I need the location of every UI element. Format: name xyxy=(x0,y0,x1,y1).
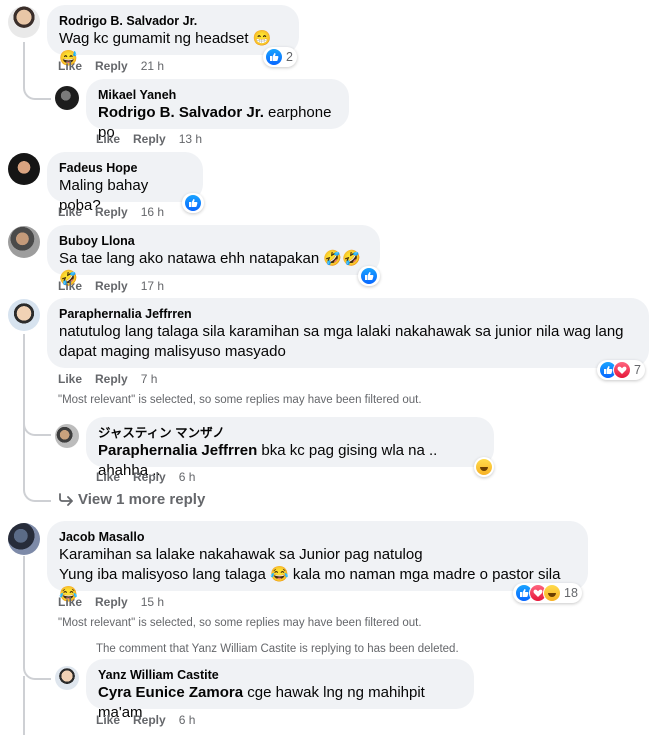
comment-bubble: Jacob Masallo Karamihan sa lalake nakaha… xyxy=(47,521,588,603)
reaction-count: 18 xyxy=(564,586,578,600)
comment-bubble: Mikael Yaneh Rodrigo B. Salvador Jr. ear… xyxy=(86,79,349,141)
comment-actions: Like Reply 16 h xyxy=(58,205,177,219)
haha-reaction-icon xyxy=(543,584,561,602)
reply-button[interactable]: Reply xyxy=(95,372,128,386)
timestamp[interactable]: 16 h xyxy=(141,205,164,219)
comment-author[interactable]: Rodrigo B. Salvador Jr. xyxy=(59,13,287,29)
avatar[interactable] xyxy=(8,153,40,185)
reactions-badge[interactable]: 2 xyxy=(263,47,297,67)
reaction-count: 2 xyxy=(286,50,293,64)
deleted-comment-notice: The comment that Yanz William Castite is… xyxy=(96,643,459,655)
timestamp[interactable]: 7 h xyxy=(141,372,158,386)
comment-actions: Like Reply 7 h xyxy=(58,372,170,386)
avatar[interactable] xyxy=(55,666,79,690)
avatar[interactable] xyxy=(8,6,40,38)
filter-notice: "Most relevant" is selected, so some rep… xyxy=(58,617,422,629)
comment-actions: Like Reply 6 h xyxy=(96,713,208,727)
comment-author[interactable]: Buboy Llona xyxy=(59,233,368,249)
comment-author[interactable]: Yanz William Castite xyxy=(98,667,462,683)
thread-branch xyxy=(23,658,51,680)
reactions-badge[interactable] xyxy=(358,266,380,286)
comment-author[interactable]: Fadeus Hope xyxy=(59,160,191,176)
comment-body-line: Karamihan sa lalake nakahawak sa Junior … xyxy=(59,546,423,563)
timestamp[interactable]: 13 h xyxy=(179,132,202,146)
love-reaction-icon xyxy=(613,361,631,379)
comment-author[interactable]: Jacob Masallo xyxy=(59,529,576,545)
timestamp[interactable]: 21 h xyxy=(141,59,164,73)
like-button[interactable]: Like xyxy=(58,205,82,219)
reply-button[interactable]: Reply xyxy=(95,595,128,609)
timestamp[interactable]: 15 h xyxy=(141,595,164,609)
reply-button[interactable]: Reply xyxy=(133,713,166,727)
reactions-badge[interactable] xyxy=(182,193,204,213)
reply-button[interactable]: Reply xyxy=(95,279,128,293)
comment-bubble: Rodrigo B. Salvador Jr. Wag kc gumamit n… xyxy=(47,5,299,67)
reply-button[interactable]: Reply xyxy=(95,59,128,73)
like-reaction-icon xyxy=(360,267,378,285)
like-button[interactable]: Like xyxy=(96,470,120,484)
avatar[interactable] xyxy=(55,424,79,448)
comment-actions: Like Reply 17 h xyxy=(58,279,177,293)
comment-actions: Like Reply 13 h xyxy=(96,132,215,146)
avatar[interactable] xyxy=(8,299,40,331)
avatar[interactable] xyxy=(8,226,40,258)
comment-body: natutulog lang talaga sila karamihan sa … xyxy=(59,323,624,360)
avatar[interactable] xyxy=(8,523,40,555)
like-button[interactable]: Like xyxy=(58,279,82,293)
reaction-count: 7 xyxy=(634,363,641,377)
comment-author[interactable]: Paraphernalia Jeffrren xyxy=(59,306,637,322)
comment-bubble: Yanz William Castite Cyra Eunice Zamora … xyxy=(86,659,474,721)
view-more-replies-button[interactable]: View 1 more reply xyxy=(58,491,205,508)
like-reaction-icon xyxy=(265,48,283,66)
comment-body: Sa tae lang ako natawa ehh natapakan xyxy=(59,250,320,267)
comment-bubble: Buboy Llona Sa tae lang ako natawa ehh n… xyxy=(47,225,380,287)
thread-line xyxy=(23,556,25,668)
reply-button[interactable]: Reply xyxy=(133,132,166,146)
thread-branch xyxy=(23,432,51,502)
emoji: 😂 xyxy=(269,566,289,583)
comment-bubble: Paraphernalia Jeffrren natutulog lang ta… xyxy=(47,298,649,368)
comment-body: kala mo naman mga madre o pastor sila xyxy=(288,566,561,583)
comment-body: Wag kc gumamit ng headset xyxy=(59,30,249,47)
comment-actions: Like Reply 15 h xyxy=(58,595,177,609)
comment-bubble: Fadeus Hope Maling bahay poba? xyxy=(47,152,203,214)
reactions-badge[interactable] xyxy=(474,457,494,477)
thread-branch xyxy=(23,76,51,100)
reply-button[interactable]: Reply xyxy=(133,470,166,484)
thread-line xyxy=(23,42,25,78)
like-button[interactable]: Like xyxy=(58,59,82,73)
timestamp[interactable]: 6 h xyxy=(179,713,196,727)
comment-author[interactable]: Mikael Yaneh xyxy=(98,87,337,103)
filter-notice: "Most relevant" is selected, so some rep… xyxy=(58,394,422,406)
reactions-badge[interactable]: 7 xyxy=(597,360,645,380)
mention-link[interactable]: Cyra Eunice Zamora xyxy=(98,684,243,701)
comment-body: Yung iba malisyoso lang talaga xyxy=(59,566,270,583)
comment-bubble: ジャスティン マンザノ Paraphernalia Jeffrren bka k… xyxy=(86,417,494,479)
reactions-badge[interactable]: 18 xyxy=(513,583,582,603)
reply-arrow-icon xyxy=(59,493,73,506)
reply-button[interactable]: Reply xyxy=(95,205,128,219)
like-button[interactable]: Like xyxy=(58,595,82,609)
comment-actions: Like Reply 21 h xyxy=(58,59,177,73)
comment-actions: Like Reply 6 h xyxy=(96,470,208,484)
timestamp[interactable]: 6 h xyxy=(179,470,196,484)
like-button[interactable]: Like xyxy=(96,132,120,146)
haha-reaction-icon xyxy=(475,458,493,476)
like-button[interactable]: Like xyxy=(96,713,120,727)
like-button[interactable]: Like xyxy=(58,372,82,386)
timestamp[interactable]: 17 h xyxy=(141,279,164,293)
like-reaction-icon xyxy=(184,194,202,212)
mention-link[interactable]: Paraphernalia Jeffrren xyxy=(98,442,257,459)
avatar[interactable] xyxy=(55,86,79,110)
view-more-label: View 1 more reply xyxy=(78,491,206,508)
comment-author[interactable]: ジャスティン マンザノ xyxy=(98,425,482,441)
thread-line xyxy=(23,676,25,735)
mention-link[interactable]: Rodrigo B. Salvador Jr. xyxy=(98,104,264,121)
